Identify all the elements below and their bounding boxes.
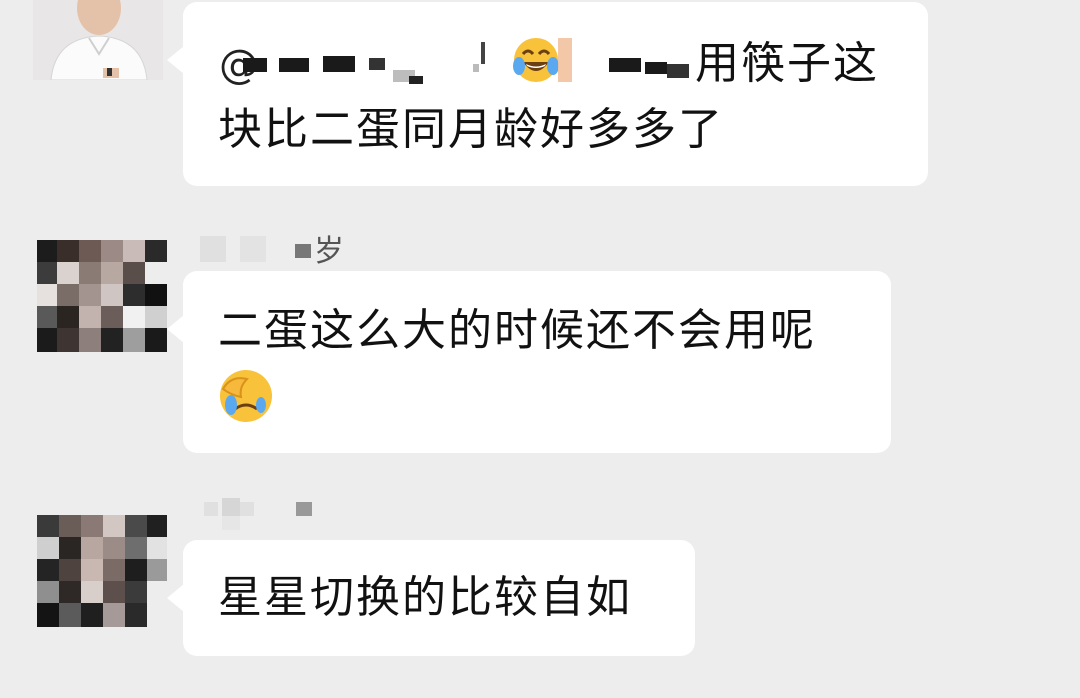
- chat-window: @ 用筷子这 块比二蛋同月龄好多多了 岁 二蛋这么大的时候还不会用呢 星星切换的…: [0, 0, 1080, 698]
- message-bubble[interactable]: 星星切换的比较自如: [167, 540, 695, 656]
- face-palm-emoji: [217, 367, 275, 429]
- message-bubble[interactable]: 二蛋这么大的时候还不会用呢: [167, 271, 891, 453]
- message-bubble[interactable]: @ 用筷子这 块比二蛋同月龄好多多了: [167, 2, 928, 186]
- message-line: 用筷子这: [695, 38, 879, 89]
- message-line: 二蛋这么大的时候还不会用呢: [218, 305, 816, 356]
- sender-name: [200, 496, 330, 536]
- message-line: 块比二蛋同月龄好多多了: [218, 104, 724, 155]
- message-line: 星星切换的比较自如: [218, 572, 632, 623]
- sender-label: 岁: [314, 234, 344, 269]
- sender-name: 岁: [200, 226, 400, 269]
- tears-of-joy-emoji: [511, 36, 561, 88]
- avatar[interactable]: [37, 515, 167, 627]
- avatar[interactable]: [33, 0, 163, 80]
- avatar[interactable]: [37, 240, 167, 352]
